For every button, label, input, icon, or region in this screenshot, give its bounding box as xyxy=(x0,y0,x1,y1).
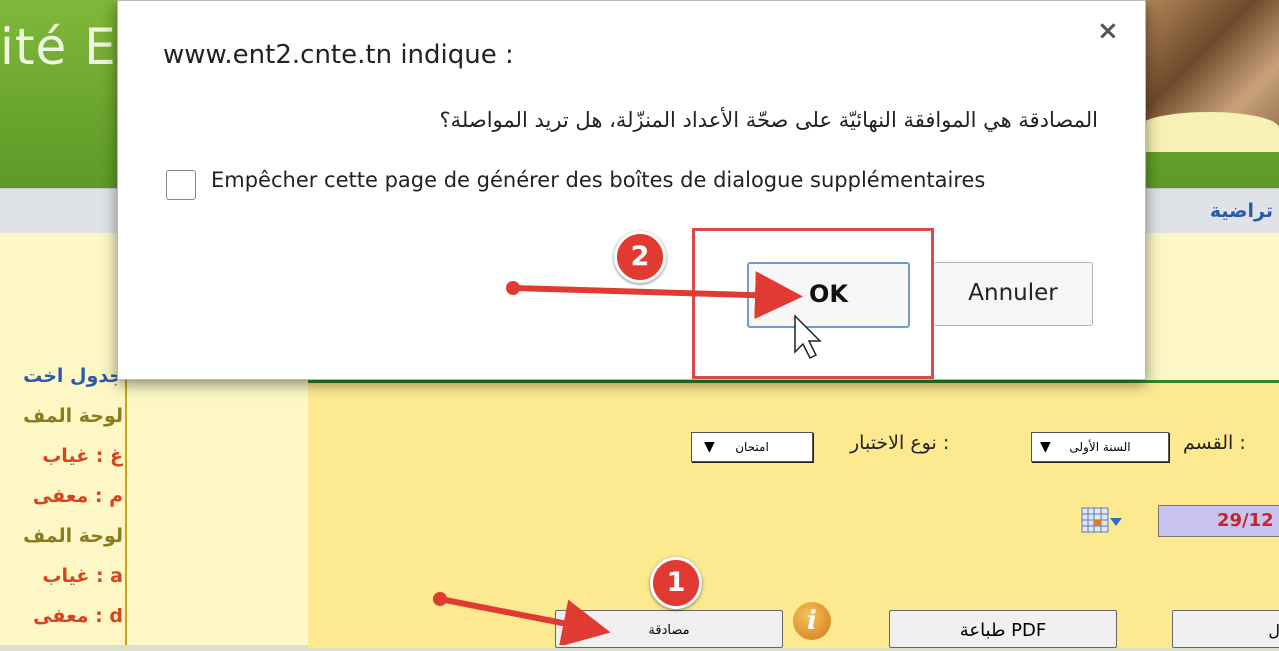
arrow-to-ok xyxy=(506,271,803,320)
step-2-badge: 2 xyxy=(614,231,666,283)
step-1-badge: 1 xyxy=(650,557,702,609)
annotation-arrows xyxy=(433,271,822,645)
cursor-icon xyxy=(794,314,822,360)
arrow-to-validate xyxy=(433,592,611,645)
